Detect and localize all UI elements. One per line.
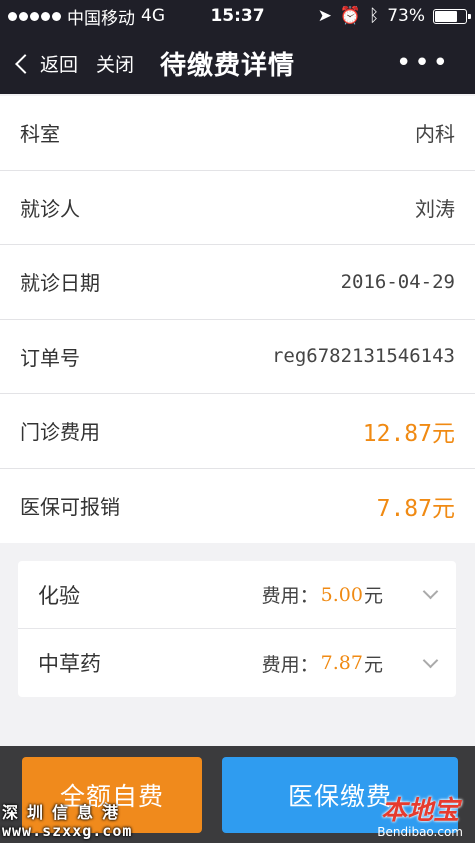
bluetooth-icon: ᛒ <box>369 6 380 26</box>
fee-amount: 7.87 <box>320 652 363 674</box>
more-options-icon[interactable]: ••• <box>396 50 451 76</box>
department-label: 科室 <box>20 122 60 147</box>
order-detail-list: 科室 内科 就诊人 刘涛 就诊日期 2016-04-29 订单号 reg6782… <box>0 96 475 543</box>
outpatient-fee-value: 12.87元 <box>362 420 455 447</box>
fee-unit: 元 <box>363 585 383 607</box>
fee-unit: 元 <box>363 653 383 676</box>
battery-fill <box>435 10 457 22</box>
detail-row-order-number: 订单号 reg6782131546143 <box>0 320 475 394</box>
back-button[interactable]: 返回 <box>0 50 78 77</box>
watermark-szxxg: 深圳信息港 www.szxxg.com <box>2 803 133 841</box>
fee-label: 费用： <box>261 653 319 676</box>
close-button[interactable]: 关闭 <box>96 50 134 77</box>
status-bar: 中国移动 4G 15:37 ➤ ⏰ ᛒ 73% <box>0 0 475 32</box>
visit-date-label: 就诊日期 <box>20 271 100 296</box>
visit-date-value: 2016-04-29 <box>340 270 455 293</box>
insurance-reimbursable-value: 7.87元 <box>376 495 455 522</box>
nav-bar: 返回 关闭 待缴费详情 ••• <box>0 32 475 94</box>
watermark-domain: Bendibao.com <box>377 825 463 839</box>
fee-item-cost: 费用： 5.00 元 <box>261 581 439 608</box>
network-type: 4G <box>141 6 165 26</box>
page-title: 待缴费详情 <box>160 50 296 81</box>
signal-strength-icon <box>8 11 61 21</box>
outpatient-fee-label: 门诊费用 <box>20 420 100 445</box>
patient-value: 刘涛 <box>415 196 455 221</box>
fee-item-name: 中草药 <box>38 652 101 676</box>
fee-items-card: 化验 费用： 5.00 元 中草药 费用： 7.87 元 <box>18 561 456 697</box>
detail-row-insurance-reimbursable: 医保可报销 7.87元 <box>0 469 475 544</box>
watermark-site-url: www.szxxg.com <box>2 822 133 840</box>
fee-item-herbal-medicine[interactable]: 中草药 费用： 7.87 元 <box>18 629 456 697</box>
order-number-value: reg6782131546143 <box>271 345 455 368</box>
back-label: 返回 <box>40 53 79 76</box>
chevron-down-icon[interactable] <box>422 652 439 668</box>
insurance-reimbursable-label: 医保可报销 <box>20 495 120 520</box>
detail-row-visit-date: 就诊日期 2016-04-29 <box>0 245 475 320</box>
watermark-site-name: 深圳信息港 <box>2 803 128 822</box>
patient-label: 就诊人 <box>20 196 80 221</box>
alarm-icon: ⏰ <box>339 6 361 26</box>
chevron-down-icon[interactable] <box>422 583 439 600</box>
watermark-logo: 本地宝 <box>381 796 460 826</box>
fee-item-lab-test[interactable]: 化验 费用： 5.00 元 <box>18 561 456 629</box>
department-value: 内科 <box>415 122 455 147</box>
back-chevron-icon <box>15 53 35 74</box>
order-number-label: 订单号 <box>20 345 80 370</box>
detail-row-department: 科室 内科 <box>0 96 475 171</box>
detail-row-patient: 就诊人 刘涛 <box>0 171 475 245</box>
fee-item-name: 化验 <box>38 583 80 608</box>
location-arrow-icon: ➤ <box>317 6 332 26</box>
detail-row-outpatient-fee: 门诊费用 12.87元 <box>0 394 475 469</box>
battery-icon <box>433 8 471 24</box>
fee-label: 费用： <box>261 585 319 607</box>
status-right: ➤ ⏰ ᛒ 73% <box>317 6 471 26</box>
fee-item-cost: 费用： 7.87 元 <box>261 650 439 677</box>
status-left: 中国移动 4G <box>8 4 165 29</box>
fee-amount: 5.00 <box>320 583 363 606</box>
watermark-bendibao: 本地宝 Bendibao.com <box>377 790 463 839</box>
battery-percent: 73% <box>387 6 425 26</box>
carrier-name: 中国移动 <box>67 8 135 29</box>
